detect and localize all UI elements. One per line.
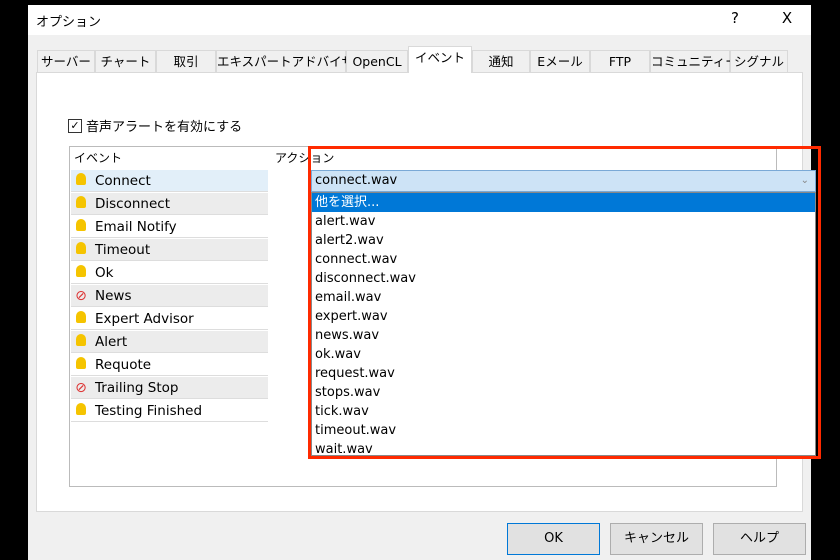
tab-10[interactable]: シグナル bbox=[730, 50, 788, 73]
tab-9[interactable]: コミュニティー bbox=[650, 50, 738, 73]
event-name: Timeout bbox=[95, 241, 151, 258]
tab-6[interactable]: 通知 bbox=[472, 50, 530, 73]
tab-bar: サーバー チャート 取引 エキスパートアドバイザ OpenCL イベント 通知 Eメール FTP… bbox=[36, 46, 796, 73]
event-row[interactable]: Requote bbox=[71, 354, 268, 376]
disabled-icon: ⊘ bbox=[75, 287, 87, 304]
event-list: イベント アクション connect.wav ⌄ 他を選択... alert.wa… bbox=[69, 146, 821, 487]
title-bar: オプション ? X bbox=[28, 5, 811, 35]
event-row[interactable]: Connect bbox=[71, 170, 268, 192]
bell-icon bbox=[71, 334, 91, 349]
tab-0[interactable]: サーバー bbox=[37, 50, 95, 73]
tab-8[interactable]: FTP bbox=[590, 50, 650, 73]
event-row[interactable]: Testing Finished bbox=[71, 400, 268, 422]
tab-4[interactable]: OpenCL bbox=[346, 50, 408, 73]
column-header-event: イベント bbox=[74, 151, 123, 165]
sound-alert-checkbox[interactable]: ✓ 音声アラートを有効にする bbox=[68, 116, 242, 135]
event-row[interactable]: Timeout bbox=[71, 239, 268, 261]
close-button[interactable]: X bbox=[772, 9, 802, 27]
tab-3[interactable]: エキスパートアドバイザ bbox=[216, 50, 354, 73]
event-row[interactable]: ⊘ Trailing Stop bbox=[71, 377, 268, 399]
event-row[interactable]: Email Notify bbox=[71, 216, 268, 238]
event-name: Ok bbox=[95, 264, 114, 281]
bell-icon bbox=[71, 173, 91, 188]
highlight-box bbox=[308, 146, 821, 459]
event-name: Disconnect bbox=[95, 195, 170, 212]
bell-icon bbox=[71, 357, 91, 372]
event-name: Alert bbox=[95, 333, 128, 350]
disabled-icon: ⊘ bbox=[75, 379, 87, 396]
bell-icon bbox=[71, 403, 91, 418]
help-button[interactable]: ヘルプ bbox=[713, 523, 806, 555]
help-icon[interactable]: ? bbox=[720, 9, 750, 27]
cancel-button[interactable]: キャンセル bbox=[610, 523, 703, 555]
event-row[interactable]: Alert bbox=[71, 331, 268, 353]
sound-alert-label: 音声アラートを有効にする bbox=[86, 120, 243, 135]
options-dialog: オプション ? X サーバー チャート 取引 エキスパートアドバイザ OpenCL イベン… bbox=[28, 5, 821, 560]
event-name: News bbox=[95, 287, 132, 304]
bell-icon bbox=[71, 242, 91, 257]
events-panel: ✓ 音声アラートを有効にする イベント アクション connect.wav ⌄ … bbox=[36, 72, 821, 512]
tab-5[interactable]: イベント bbox=[408, 46, 472, 73]
event-row[interactable]: Ok bbox=[71, 262, 268, 284]
checkbox-icon: ✓ bbox=[68, 118, 82, 133]
bell-icon bbox=[71, 311, 91, 326]
event-row[interactable]: ⊘ News bbox=[71, 285, 268, 307]
event-name: Trailing Stop bbox=[95, 379, 179, 396]
event-name: Email Notify bbox=[95, 218, 177, 235]
event-name: Requote bbox=[95, 356, 152, 373]
window-title: オプション bbox=[36, 15, 102, 30]
ok-button[interactable]: OK bbox=[507, 523, 600, 555]
tab-2[interactable]: 取引 bbox=[156, 50, 216, 73]
event-name: Connect bbox=[95, 172, 151, 189]
bell-icon bbox=[71, 265, 91, 280]
event-row[interactable]: Disconnect bbox=[71, 193, 268, 215]
bell-icon bbox=[71, 196, 91, 211]
event-row[interactable]: Expert Advisor bbox=[71, 308, 268, 330]
tab-7[interactable]: Eメール bbox=[530, 50, 590, 73]
tab-1[interactable]: チャート bbox=[95, 50, 156, 73]
event-name: Expert Advisor bbox=[95, 310, 194, 327]
event-name: Testing Finished bbox=[95, 402, 203, 419]
bell-icon bbox=[71, 219, 91, 234]
